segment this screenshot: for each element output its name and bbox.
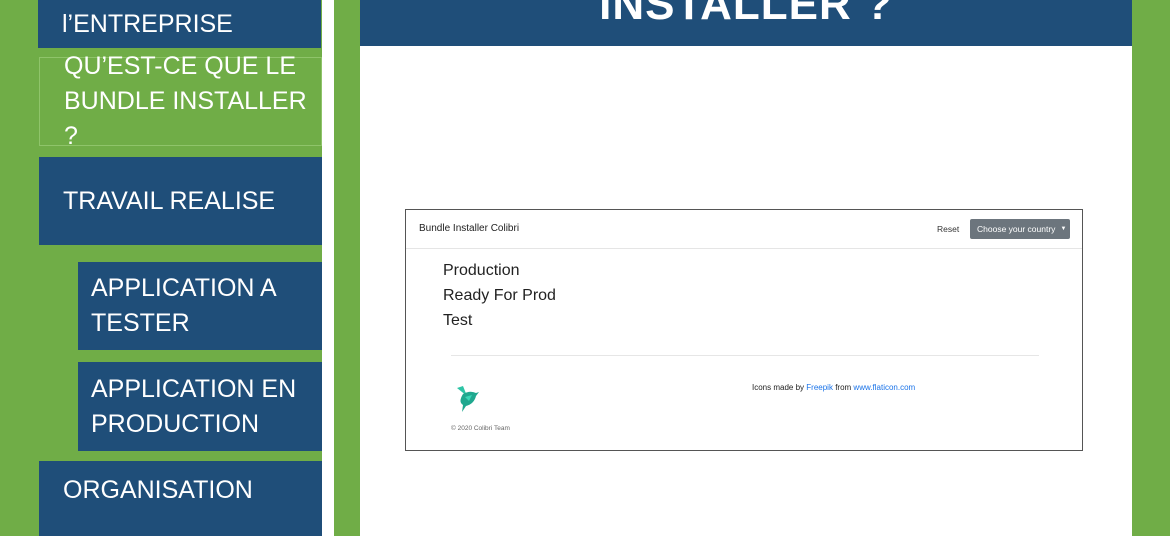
slide-title-bar: INSTALLER ? bbox=[360, 0, 1132, 46]
sidebar-item-travail-realise[interactable]: TRAVAIL REALISE bbox=[39, 157, 322, 245]
sidebar-item-organisation[interactable]: ORGANISATION bbox=[39, 461, 322, 536]
right-border bbox=[1132, 0, 1170, 536]
sidebar-item-application-en-production[interactable]: APPLICATION EN PRODUCTION bbox=[78, 362, 322, 451]
reset-link[interactable]: Reset bbox=[937, 224, 959, 234]
caret-down-icon: ▼ bbox=[1060, 226, 1067, 232]
sidebar-item-label: l’ENTREPRISE bbox=[62, 9, 233, 38]
flaticon-link[interactable]: www.flaticon.com bbox=[853, 383, 915, 392]
credits-middle: from bbox=[835, 383, 852, 392]
env-item-production[interactable]: Production bbox=[443, 258, 556, 283]
env-item-test[interactable]: Test bbox=[443, 308, 556, 333]
country-dropdown[interactable]: Choose your country ▼ bbox=[970, 219, 1070, 239]
sidebar-item-label: QU’EST-CE QUE LE BUNDLE INSTALLER ? bbox=[64, 52, 307, 150]
footer-divider bbox=[451, 355, 1039, 356]
hummingbird-logo-icon bbox=[454, 384, 480, 419]
sidebar-item-label: APPLICATION EN PRODUCTION bbox=[91, 374, 297, 438]
copyright: © 2020 Colibri Team bbox=[451, 425, 510, 432]
slide-title: INSTALLER ? bbox=[599, 0, 893, 29]
freepik-link[interactable]: Freepik bbox=[806, 383, 833, 392]
sidebar-item-entreprise[interactable]: l’ENTREPRISE bbox=[38, 0, 321, 48]
sidebar-item-label: APPLICATION A TESTER bbox=[91, 274, 276, 337]
app-screenshot: Bundle Installer Colibri Reset Choose yo… bbox=[405, 209, 1083, 451]
credits-prefix: Icons made by bbox=[752, 383, 805, 392]
icon-credits: Icons made by Freepik from www.flaticon.… bbox=[752, 383, 915, 392]
content-left-border bbox=[334, 0, 360, 536]
app-brand[interactable]: Bundle Installer Colibri bbox=[419, 223, 519, 234]
country-dropdown-label: Choose your country bbox=[977, 224, 1056, 234]
app-navbar: Bundle Installer Colibri Reset Choose yo… bbox=[406, 210, 1082, 249]
gutter bbox=[322, 0, 334, 536]
sidebar-item-application-a-tester[interactable]: APPLICATION A TESTER bbox=[78, 262, 322, 350]
sidebar-item-label: ORGANISATION bbox=[63, 476, 253, 504]
env-item-ready-for-prod[interactable]: Ready For Prod bbox=[443, 283, 556, 308]
sidebar-item-label: TRAVAIL REALISE bbox=[63, 186, 276, 215]
sidebar-item-bundle-installer[interactable]: QU’EST-CE QUE LE BUNDLE INSTALLER ? bbox=[39, 52, 322, 150]
environment-list: Production Ready For Prod Test bbox=[443, 258, 556, 333]
